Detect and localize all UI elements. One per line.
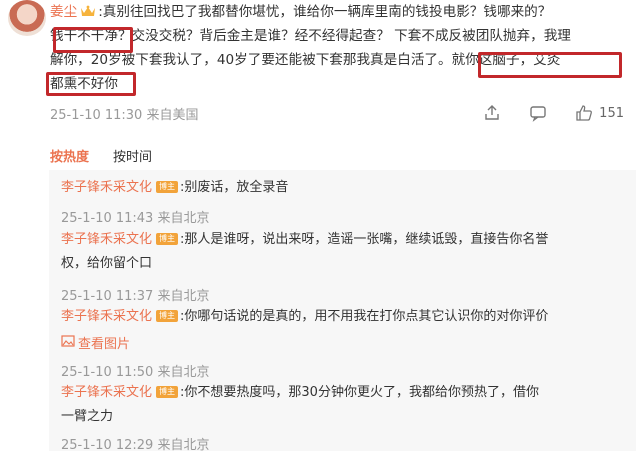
comment-icon (529, 104, 547, 122)
share-icon (483, 104, 501, 122)
list-item: 李子锋禾采文化 博主:你哪句话说的是真的，用不用我在打你点其它认识你的对你评价 (61, 305, 629, 329)
author-badge: 博主 (156, 386, 179, 398)
reply-username[interactable]: 李子锋禾采文化 (61, 385, 152, 400)
reply-text: :你不想要热度吗，那30分钟你更火了，我都给你预热了，借你 (180, 385, 539, 400)
thumbs-up-icon (575, 104, 593, 122)
reply-timestamp: 25-1-10 12:29 来自北京 (61, 438, 210, 451)
share-button[interactable] (483, 104, 501, 122)
reply-username[interactable]: 李子锋禾采文化 (61, 232, 152, 247)
reply-text-line2: 权，给你留个口 (61, 256, 153, 271)
comment-text-line1: 真别往回找巴了我都替你堪忧，谁给你一辆库里南的钱投电影？钱哪来的？ (102, 4, 552, 20)
comment-timestamp: 25-1-10 11:30 来自美国 (50, 108, 199, 123)
comment-text-line4: 都熏不好你 (50, 76, 118, 92)
reply-text-line2: 一臂之力 (61, 409, 114, 424)
sort-tabs: 按热度 按时间 (50, 146, 152, 165)
comment-text-line2: 钱干不干净？交没交税？背后金主是谁？经不经得起查？ 下套不成反被团队抛弃，我理 (50, 28, 571, 44)
reply-timestamp: 25-1-10 11:43 来自北京 (61, 211, 210, 226)
tab-sort-hot[interactable]: 按热度 (50, 146, 89, 165)
reply-text: :你哪句话说的是真的，用不用我在打你点其它认识你的对你评价 (180, 309, 549, 324)
reply-username[interactable]: 李子锋禾采文化 (61, 180, 152, 195)
list-item: 李子锋禾采文化 博主:那人是谁呀，说出来呀，造谣一张嘴，继续诋毁，直接告你名誉 权… (61, 228, 629, 276)
image-icon (61, 334, 75, 352)
list-item: 李子锋禾采文化 博主:别废话，放全录音 (61, 176, 629, 200)
reply-username[interactable]: 李子锋禾采文化 (61, 309, 152, 324)
comment-body: 姜尘:真别往回找巴了我都替你堪忧，谁给你一辆库里南的钱投电影？钱哪来的？ 钱干不… (50, 0, 630, 96)
like-button[interactable]: 151 (575, 104, 624, 122)
author-badge: 博主 (156, 310, 179, 322)
reply-text: :别废话，放全录音 (180, 180, 289, 195)
view-image-label: 查看图片 (78, 337, 131, 352)
reply-list: 李子锋禾采文化 博主:别废话，放全录音 25-1-10 11:43 来自北京 李子… (49, 170, 636, 451)
author-badge: 博主 (156, 181, 179, 193)
reply-timestamp: 25-1-10 11:37 来自北京 (61, 289, 210, 304)
comment-username[interactable]: 姜尘 (50, 4, 77, 20)
tab-sort-time[interactable]: 按时间 (113, 146, 152, 165)
comment-text-line3: 解你，20岁被下套我认了，40岁了要还能被下套那我真是白活了。就你这脑子，艾灸 (50, 52, 561, 68)
reply-button[interactable] (529, 104, 547, 122)
reply-text: :那人是谁呀，说出来呀，造谣一张嘴，继续诋毁，直接告你名誉 (180, 232, 549, 247)
list-item: 李子锋禾采文化 博主:你不想要热度吗，那30分钟你更火了，我都给你预热了，借你 一… (61, 381, 629, 429)
author-badge: 博主 (156, 233, 179, 245)
like-count: 151 (599, 105, 624, 121)
comment-actions: 151 (483, 102, 624, 124)
view-image-link[interactable]: 查看图片 (61, 333, 130, 352)
crown-icon (80, 2, 96, 16)
main-comment: 姜尘:真别往回找巴了我都替你堪忧，谁给你一辆库里南的钱投电影？钱哪来的？ 钱干不… (0, 0, 636, 128)
reply-timestamp: 25-1-10 11:50 来自北京 (61, 365, 210, 380)
avatar[interactable] (8, 0, 46, 36)
